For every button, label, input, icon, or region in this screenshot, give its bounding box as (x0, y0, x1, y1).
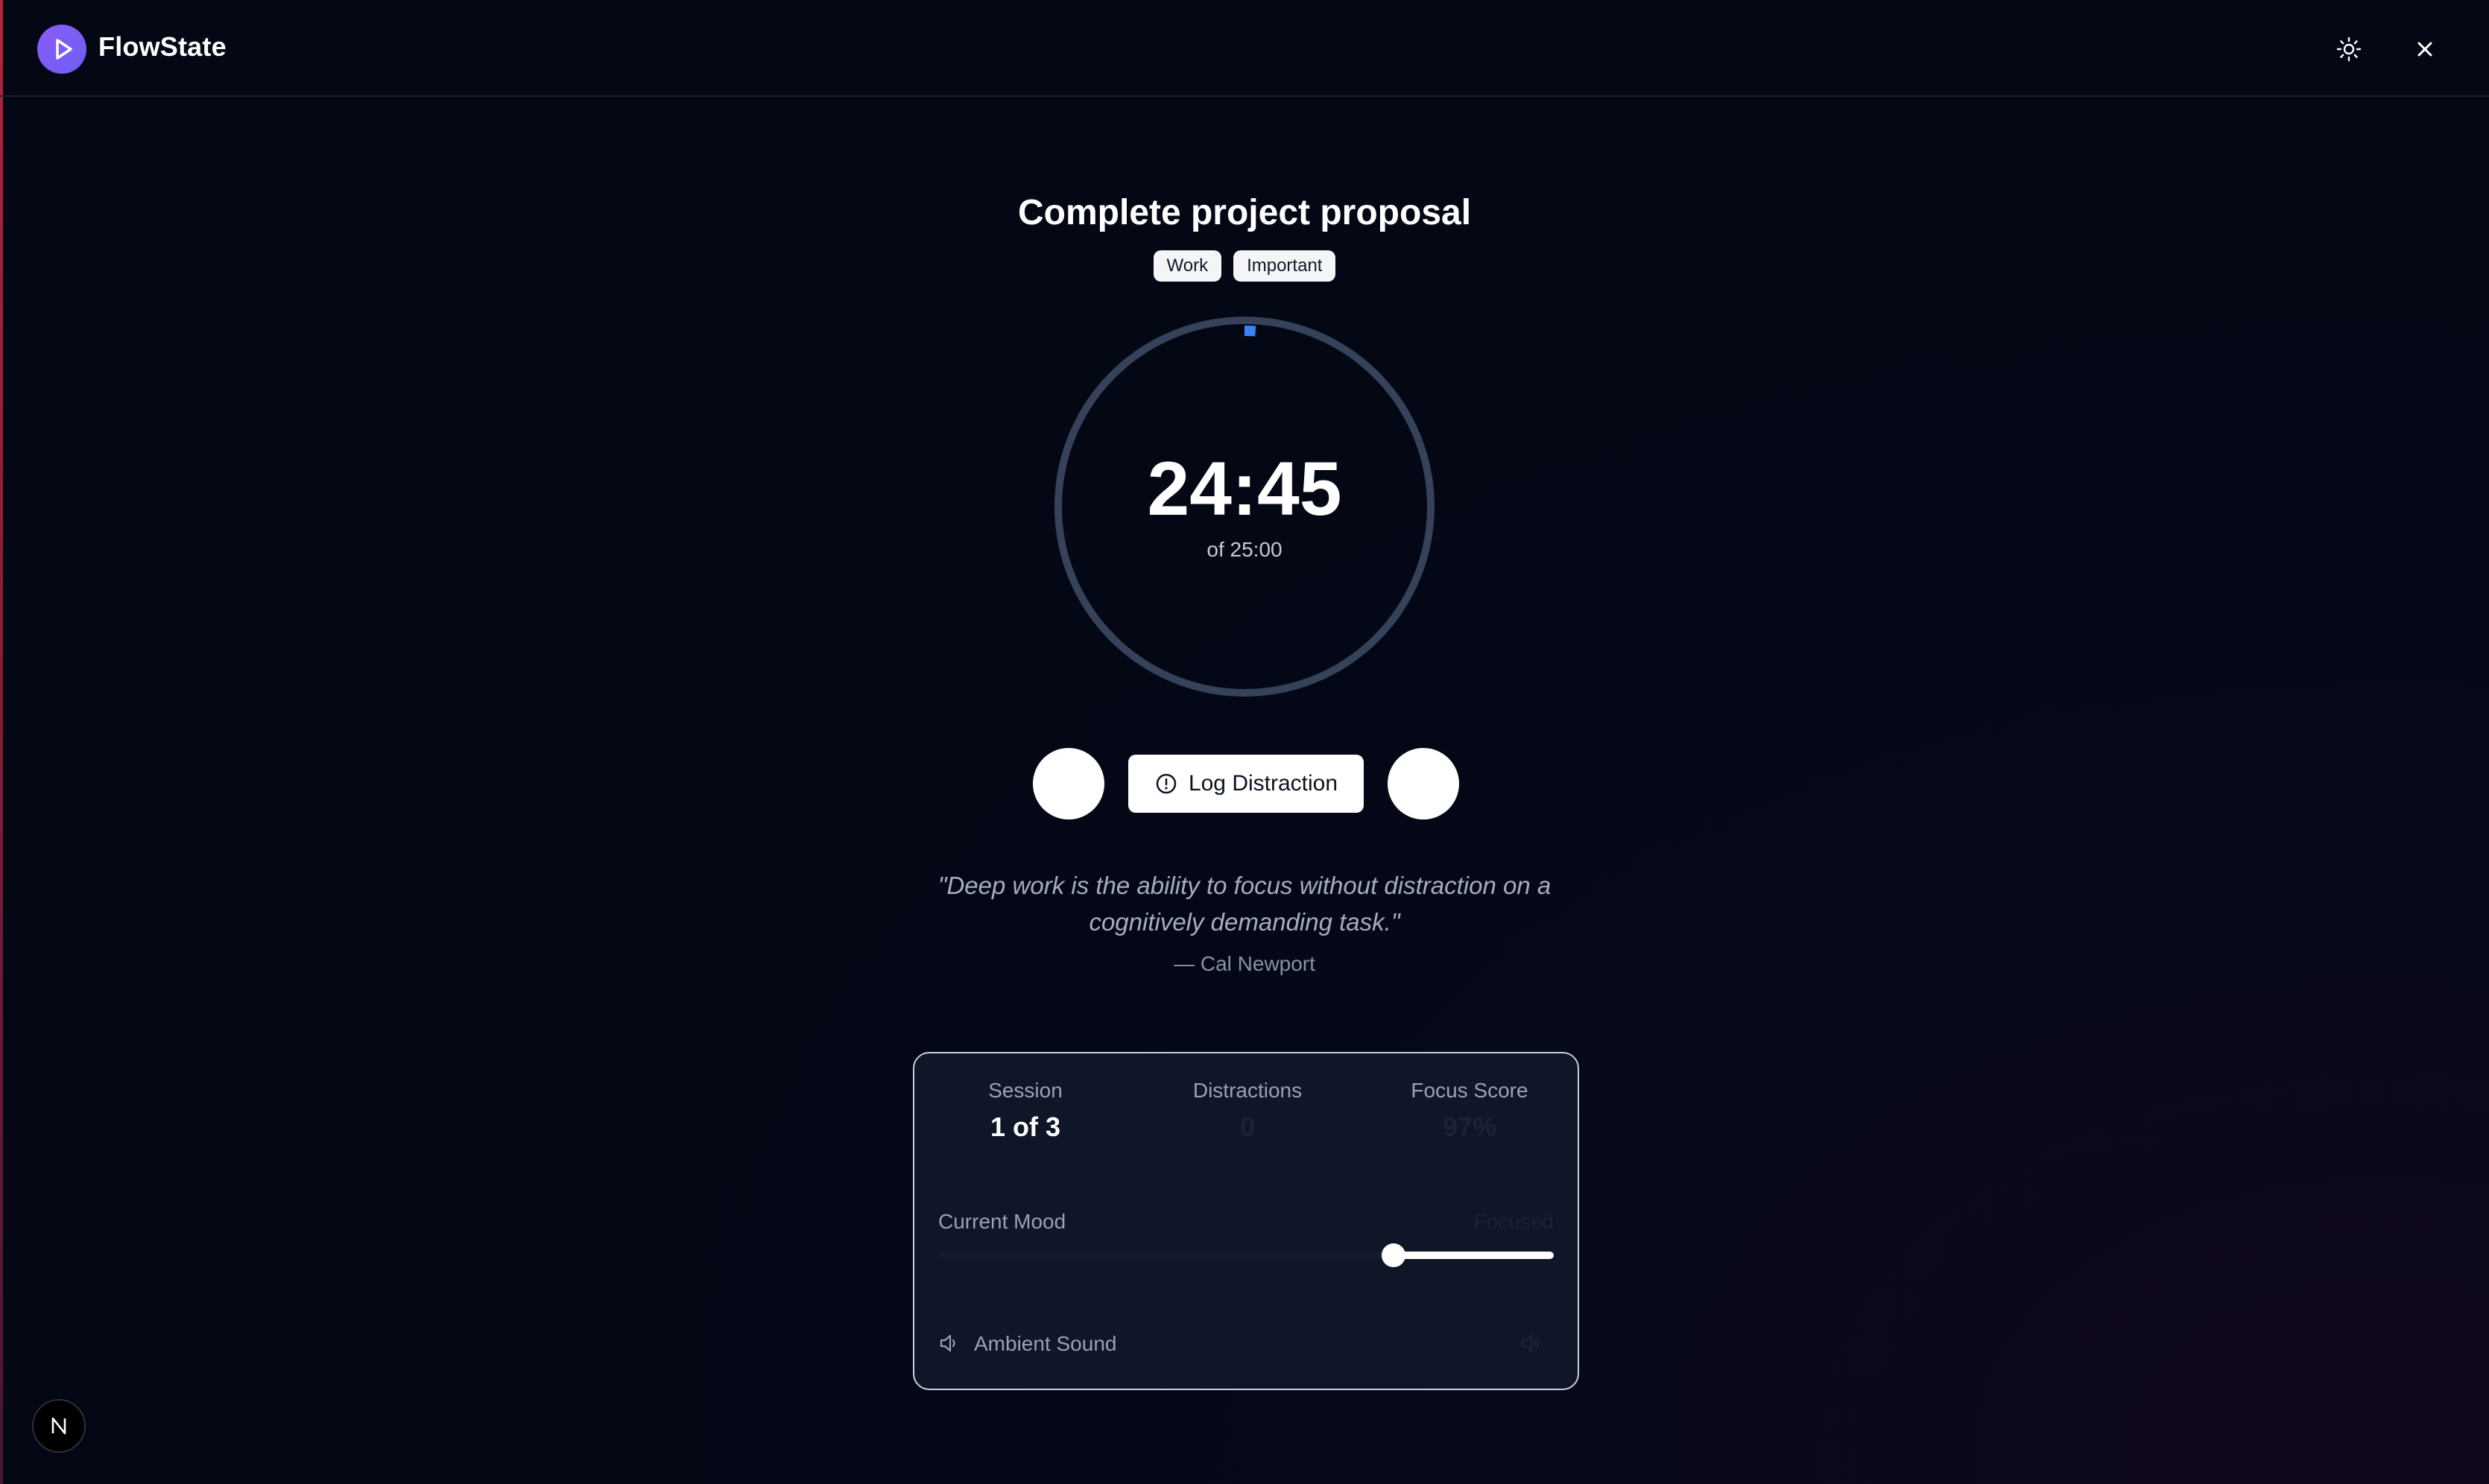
stat-session-value: 1 of 3 (990, 1112, 1061, 1142)
stat-session-label: Session (988, 1079, 1063, 1102)
close-button[interactable] (2406, 30, 2444, 69)
ambient-sound-label: Ambient Sound (974, 1332, 1117, 1355)
stat-session: Session 1 of 3 (914, 1079, 1136, 1143)
volume-icon (940, 1334, 955, 1352)
time-remaining: 24:45 (1147, 446, 1342, 531)
app-title: FlowState (98, 31, 227, 62)
quote-author: — Cal Newport (1174, 952, 1315, 975)
mood-slider-thumb[interactable] (1382, 1243, 1406, 1267)
n-logo-icon (51, 1417, 66, 1435)
log-distraction-label: Log Distraction (1188, 771, 1338, 796)
mood-slider[interactable] (938, 1243, 1554, 1267)
stat-focus-value: 97% (1442, 1112, 1497, 1142)
stat-distractions: Distractions 0 (1136, 1079, 1359, 1143)
quote-text: "Deep work is the ability to focus witho… (937, 872, 1552, 936)
ambient-sound-toggle-volume-icon[interactable] (1518, 1331, 1543, 1356)
sun-icon (2336, 37, 2362, 62)
stat-distractions-value: 0 (1239, 1112, 1256, 1142)
tag-important[interactable]: Important (1233, 250, 1336, 282)
task-title: Complete project proposal (1017, 193, 1472, 232)
logo-play-icon (37, 25, 86, 74)
tag-work[interactable]: Work (1153, 250, 1222, 282)
time-total: of 25:00 (1206, 538, 1283, 561)
session-stats-card: Session 1 of 3 Distractions 0 Focus Scor… (913, 1052, 1579, 1390)
stat-focus-score: Focus Score 97% (1359, 1079, 1581, 1143)
log-distraction-button[interactable]: Log Distraction (1128, 755, 1364, 813)
close-icon (2417, 42, 2432, 57)
theme-toggle-button[interactable] (2330, 30, 2368, 69)
stat-distractions-label: Distractions (1192, 1079, 1303, 1102)
mood-value: Focused (1473, 1210, 1554, 1233)
skip-button[interactable] (1388, 748, 1459, 819)
next-dev-badge[interactable] (32, 1399, 86, 1453)
task-tags: Work Important (0, 250, 2489, 282)
mood-label: Current Mood (938, 1210, 1066, 1233)
play-pause-button[interactable] (1033, 748, 1104, 819)
alert-circle-icon (1156, 773, 1177, 794)
stat-focus-label: Focus Score (1411, 1079, 1528, 1102)
app-header: FlowState (0, 0, 2489, 97)
mood-slider-fill (1394, 1252, 1554, 1259)
